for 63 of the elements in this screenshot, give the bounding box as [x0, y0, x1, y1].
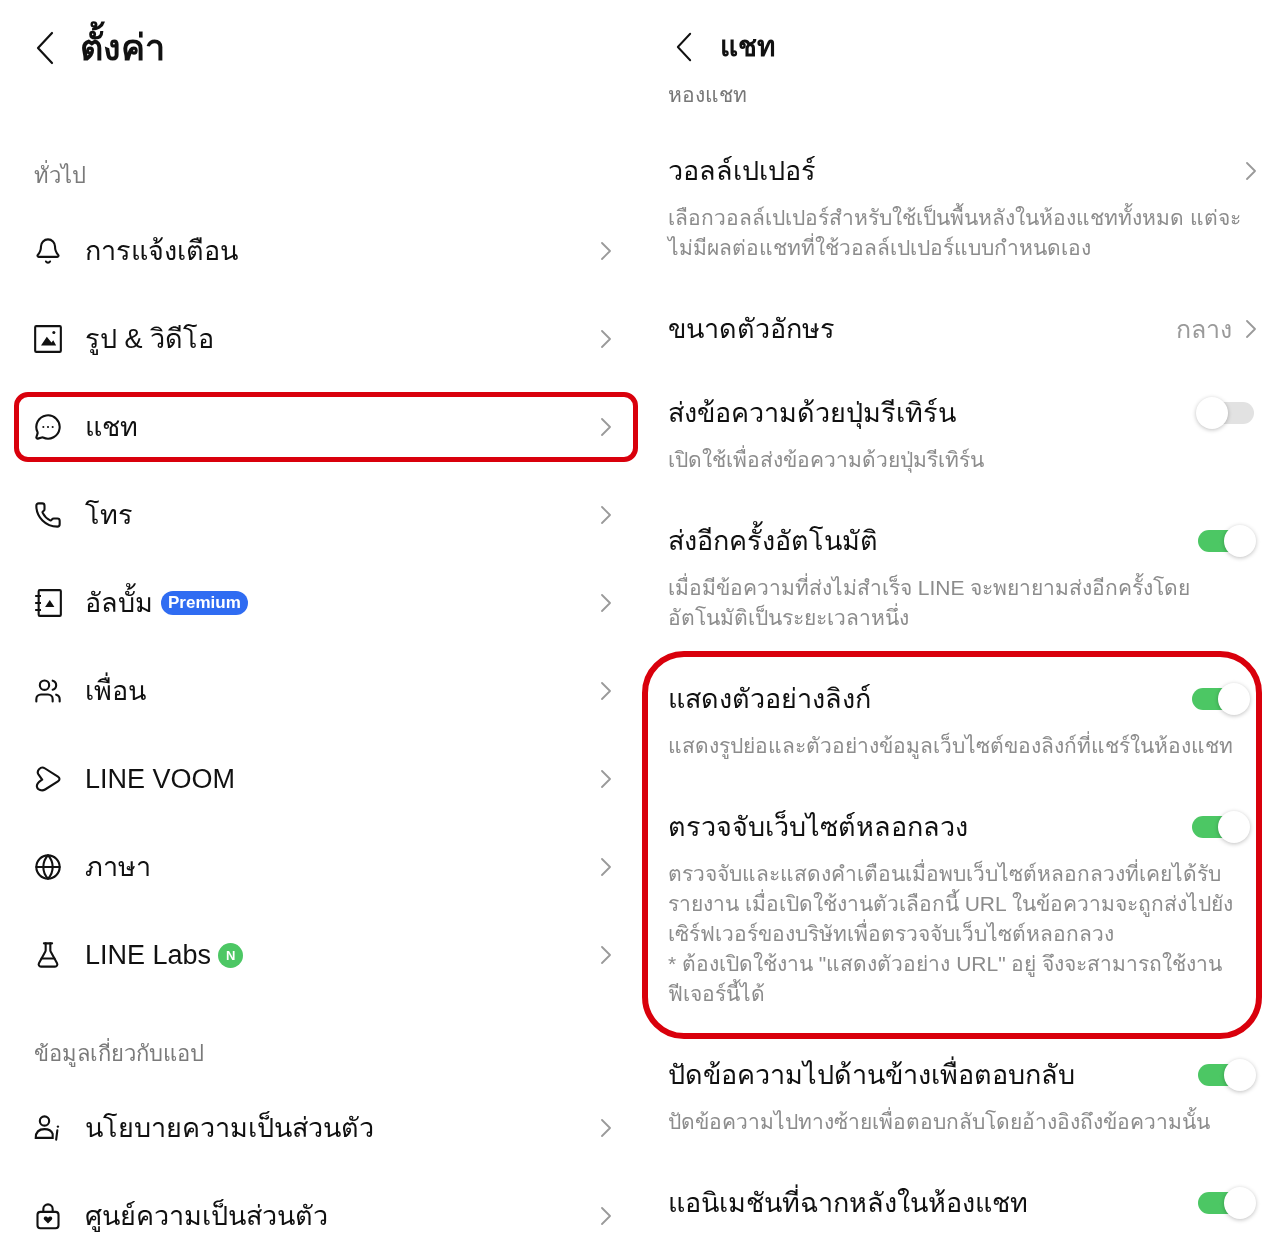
- chevron-icon: [601, 594, 611, 612]
- chevron-icon: [601, 946, 611, 964]
- setting-title: ขนาดตัวอักษร: [668, 313, 835, 346]
- chat-bubble-icon: [34, 413, 62, 441]
- settings-item[interactable]: LINE VOOM: [19, 749, 633, 809]
- setting-title: แอนิเมชันที่ฉากหลังในห้องแชท: [668, 1185, 1028, 1221]
- chevron-icon: [601, 858, 611, 876]
- setting-value: กลาง: [1176, 314, 1232, 345]
- chevron-icon: [601, 770, 611, 788]
- settings-item[interactable]: ศูนย์ความเป็นส่วนตัว: [19, 1186, 633, 1244]
- bell-icon: [34, 237, 62, 265]
- settings-item[interactable]: นโยบายความเป็นส่วนตัว: [19, 1098, 633, 1158]
- chevron-icon: [601, 682, 611, 700]
- page-title: แชท: [720, 30, 775, 64]
- setting-description: ตรวจจับและแสดงคำเตือนเมื่อพบเว็บไซต์หลอกลวงที่เคยได้รับรายงาน เมื่อเปิดใช้งานตัวเลือกนี้ URL ในข้อความจะถูกส่งไปยังเซิร์ฟเวอร์ของบริษัทเพื่อตรวจจับเว็บไซต์หลอกลวง: [668, 859, 1250, 949]
- setting-title: แสดงตัวอย่างลิงก์: [668, 683, 871, 716]
- toggle-switch[interactable]: [1196, 1187, 1256, 1219]
- settings-item[interactable]: โทร: [19, 485, 633, 545]
- settings-item[interactable]: แชท: [19, 397, 633, 457]
- setting-description: เลือกวอลล์เปเปอร์สำหรับใช้เป็นพื้นหลังในห้องแชททั้งหมด แต่จะไม่มีผลต่อแชทที่ใช้วอลล์เปเปอร์แบบกำหนดเอง: [668, 203, 1256, 263]
- photo-album-icon: [34, 589, 62, 617]
- phone-icon: [34, 501, 62, 529]
- setting-title: ส่งข้อความด้วยปุ่มรีเทิร์น: [668, 397, 956, 431]
- person-info-icon: [34, 1114, 62, 1142]
- chevron-icon: [601, 242, 611, 260]
- toggle-switch[interactable]: [1190, 683, 1250, 715]
- setting-note: * ต้องเปิดใช้งาน "แสดงตัวอย่าง URL" อยู่ จึงจะสามารถใช้งานฟีเจอร์นี้ได้: [668, 951, 1224, 1007]
- premium-badge: Premium: [161, 591, 248, 615]
- toggle-switch[interactable]: [1190, 811, 1250, 843]
- section-label: หองแชท: [668, 83, 747, 106]
- chevron-icon: [601, 1119, 611, 1137]
- globe-icon: [34, 853, 62, 881]
- settings-item[interactable]: อัลบั้ม Premium: [19, 573, 633, 633]
- chevron-icon: [1246, 162, 1256, 180]
- chevron-icon: [601, 418, 611, 436]
- people-icon: [34, 677, 62, 705]
- back-icon[interactable]: [676, 32, 692, 62]
- toggle-switch[interactable]: [1196, 397, 1256, 429]
- chevron-icon: [601, 506, 611, 524]
- back-icon[interactable]: [36, 31, 54, 65]
- setting-title: ปัดข้อความไปด้านข้างเพื่อตอบกลับ: [668, 1057, 1075, 1093]
- image-icon: [34, 325, 62, 353]
- new-badge: N: [218, 942, 244, 968]
- toggle-switch[interactable]: [1196, 1059, 1256, 1091]
- setting-title: ตรวจจับเว็บไซต์หลอกลวง: [668, 809, 968, 844]
- page-title: ตั้งค่า: [80, 21, 165, 75]
- toggle-switch[interactable]: [1196, 525, 1256, 557]
- chevron-icon: [601, 330, 611, 348]
- chevron-icon: [601, 1207, 611, 1225]
- settings-item[interactable]: LINE Labs N: [19, 925, 633, 985]
- play-icon: [34, 765, 62, 793]
- setting-description: เมื่อมีข้อความที่ส่งไม่สำเร็จ LINE จะพยายามส่งอีกครั้งโดยอัตโนมัติเป็นระยะเวลาหนึ่ง: [668, 573, 1256, 633]
- setting-description: เปิดใช้เพื่อส่งข้อความด้วยปุ่มรีเทิร์น: [668, 445, 1256, 475]
- settings-item[interactable]: ภาษา: [19, 837, 633, 897]
- setting-title: วอลล์เปเปอร์: [668, 155, 816, 188]
- heart-lock-icon: [34, 1202, 62, 1230]
- setting-title: ส่งอีกครั้งอัตโนมัติ: [668, 523, 878, 559]
- settings-item[interactable]: การแจ้งเตือน: [19, 221, 633, 281]
- settings-item[interactable]: รูป & วิดีโอ: [19, 309, 633, 369]
- setting-description: ปัดข้อความไปทางซ้ายเพื่อตอบกลับโดยอ้างอิงถึงข้อความนั้น: [668, 1107, 1256, 1137]
- setting-description: แสดงรูปย่อและตัวอย่างข้อมูลเว็บไซต์ของลิงก์ที่แชร์ในห้องแชท: [668, 731, 1250, 761]
- chevron-icon: [1246, 320, 1256, 338]
- settings-item[interactable]: เพื่อน: [19, 661, 633, 721]
